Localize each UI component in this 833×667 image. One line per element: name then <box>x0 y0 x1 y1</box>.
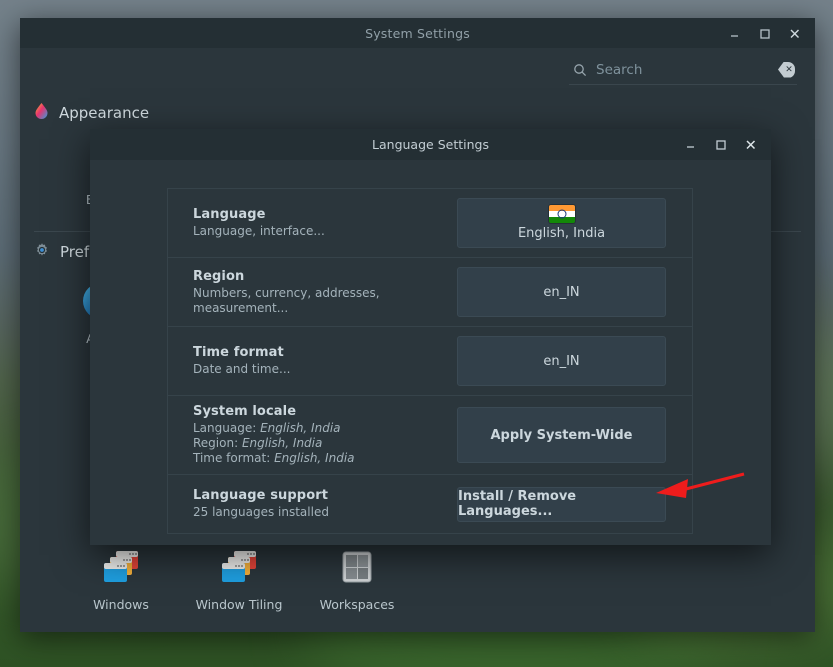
row-region: Region Numbers, currency, addresses, mea… <box>168 258 692 327</box>
row-subtitle: Numbers, currency, addresses, measuremen… <box>193 285 380 315</box>
detail-value: English, India <box>260 421 341 435</box>
row-subtitle: 25 languages installed <box>193 505 329 519</box>
search-icon <box>573 63 587 77</box>
minimize-button[interactable] <box>721 22 747 44</box>
dialog-title: Language Settings <box>372 137 489 152</box>
settings-window-controls <box>721 18 807 48</box>
maximize-button[interactable] <box>751 22 777 44</box>
time-format-value: en_IN <box>543 353 580 369</box>
detail-key: Language: <box>193 421 257 435</box>
india-flag-icon <box>548 205 575 223</box>
apply-system-wide-label: Apply System-Wide <box>490 427 633 443</box>
color-drop-icon <box>34 102 49 123</box>
search-box[interactable]: ✕ <box>569 55 797 85</box>
search-input[interactable] <box>596 61 767 78</box>
language-settings-dialog: Language Settings Language Language, int… <box>90 129 771 545</box>
row-title: Language <box>193 207 266 222</box>
detail-key: Region: <box>193 436 239 450</box>
language-settings-list: Language Language, interface... English,… <box>167 188 693 534</box>
row-system-locale: System locale Language: English, India R… <box>168 396 692 475</box>
sidebar-item-workspaces[interactable]: Workspaces <box>298 542 416 620</box>
clear-search-icon[interactable]: ✕ <box>778 61 795 78</box>
system-locale-language: Language: English, India <box>193 421 447 436</box>
search-row: ✕ <box>20 48 815 92</box>
row-title: Language support <box>193 488 329 503</box>
row-language: Language Language, interface... English,… <box>168 189 692 258</box>
detail-value: English, India <box>274 451 355 465</box>
region-value: en_IN <box>543 284 580 300</box>
row-subtitle: Date and time... <box>193 362 291 376</box>
detail-key: Time format: <box>193 451 271 465</box>
section-header-appearance: Appearance <box>20 96 815 129</box>
section-label-appearance: Appearance <box>59 103 150 122</box>
row-text: System locale Language: English, India R… <box>193 404 457 466</box>
detail-value: English, India <box>241 436 323 450</box>
language-dialog-window-controls <box>677 129 763 159</box>
row-text: Language support 25 languages installed <box>193 488 457 520</box>
language-dialog-titlebar: Language Settings <box>90 129 771 160</box>
install-remove-languages-button[interactable]: Install / Remove Languages... <box>457 486 666 522</box>
windows-stack-icon <box>99 546 143 590</box>
row-title: System locale <box>193 404 297 419</box>
system-locale-time-format: Time format: English, India <box>193 451 447 466</box>
bottom-icon-row: Windows Window Tiling Workspaces <box>62 542 416 620</box>
row-language-support: Language support 25 languages installed … <box>168 475 692 533</box>
sidebar-item-windows[interactable]: Windows <box>62 542 180 620</box>
sidebar-item-window-tiling[interactable]: Window Tiling <box>180 542 298 620</box>
close-button[interactable] <box>737 133 763 155</box>
sidebar-item-label: Windows <box>93 597 149 612</box>
settings-titlebar: System Settings <box>20 18 815 48</box>
close-button[interactable] <box>781 22 807 44</box>
window-tiling-icon <box>217 546 261 590</box>
language-dialog-body: Language Language, interface... English,… <box>90 160 771 545</box>
workspaces-grid-icon <box>335 546 379 590</box>
minimize-button[interactable] <box>677 133 703 155</box>
row-title: Time format <box>193 345 284 360</box>
install-remove-languages-label: Install / Remove Languages... <box>458 489 577 519</box>
row-text: Time format Date and time... <box>193 345 457 377</box>
gear-icon <box>34 242 50 262</box>
row-title: Region <box>193 268 245 284</box>
time-format-select-button[interactable]: en_IN <box>457 336 666 386</box>
region-select-button[interactable]: en_IN <box>457 267 666 317</box>
language-select-button[interactable]: English, India <box>457 198 666 248</box>
section-label-preferences: Pref <box>60 243 90 261</box>
row-time-format: Time format Date and time... en_IN <box>168 327 692 396</box>
row-text: Language Language, interface... <box>193 207 457 239</box>
page-title: System Settings <box>365 25 470 41</box>
system-locale-region: Region: English, India <box>193 436 447 451</box>
sidebar-item-label: Window Tiling <box>195 597 283 612</box>
apply-system-wide-button[interactable]: Apply System-Wide <box>457 407 666 463</box>
maximize-button[interactable] <box>707 133 733 155</box>
language-value: English, India <box>517 226 606 241</box>
sidebar-item-label: Workspaces <box>319 597 395 612</box>
row-text: Region Numbers, currency, addresses, mea… <box>193 269 457 316</box>
row-subtitle: Language, interface... <box>193 224 325 238</box>
